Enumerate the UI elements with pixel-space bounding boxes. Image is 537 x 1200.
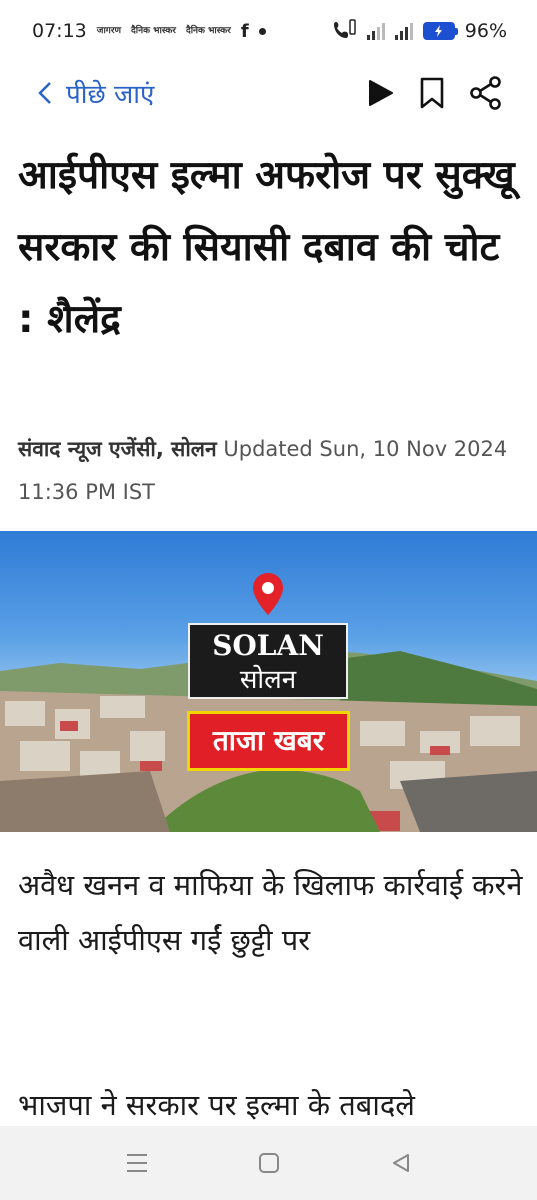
signal-icon-2 <box>394 22 413 40</box>
article-toolbar: पीछे जाएं <box>0 62 537 124</box>
battery-icon <box>422 22 458 40</box>
play-icon[interactable] <box>365 78 395 108</box>
location-label-en: SOLAN <box>212 629 324 662</box>
chevron-left-icon <box>38 82 51 104</box>
status-time: 07:13 <box>32 20 87 42</box>
back-button[interactable]: पीछे जाएं <box>38 75 154 111</box>
signal-icon <box>366 22 385 40</box>
wifi-call-icon <box>333 18 357 44</box>
back-label: पीछे जाएं <box>66 80 155 110</box>
notification-jagran: जागरण <box>96 25 122 36</box>
battery-percent: 96% <box>464 20 507 42</box>
location-label-box: SOLAN सोलन <box>188 623 348 699</box>
home-icon[interactable] <box>258 1152 280 1174</box>
menu-icon[interactable] <box>125 1152 149 1174</box>
notification-bhaskar: दैनिक भास्कर <box>131 25 176 36</box>
notification-dot-icon <box>258 27 266 35</box>
facebook-icon: f <box>240 20 249 42</box>
article-paragraph-2: भाजपा ने सरकार पर इल्मा के तबादले <box>18 1088 415 1122</box>
location-label-hi: सोलन <box>239 665 297 695</box>
notification-bhaskar-2: दैनिक भास्कर <box>185 25 231 36</box>
location-pin-icon <box>253 573 283 615</box>
byline-author: संवाद न्यूज एजेंसी, सोलन <box>18 437 217 461</box>
article-byline: संवाद न्यूज एजेंसी, सोलन Updated Sun, 10… <box>18 428 523 514</box>
share-icon[interactable] <box>469 76 503 110</box>
system-nav-bar <box>0 1126 537 1200</box>
article-headline: आईपीएस इल्मा अफरोज पर सुक्खू सरकार की सि… <box>18 153 515 342</box>
back-icon[interactable] <box>390 1152 412 1174</box>
status-bar: 07:13 जागरण दैनिक भास्कर दैनिक भास्कर f … <box>0 0 537 62</box>
bookmark-icon[interactable] <box>419 77 445 109</box>
article-paragraph-1: अवैध खनन व माफिया के खिलाफ कार्रवाई करने… <box>18 868 523 957</box>
breaking-news-badge: ताजा खबर <box>187 711 350 771</box>
